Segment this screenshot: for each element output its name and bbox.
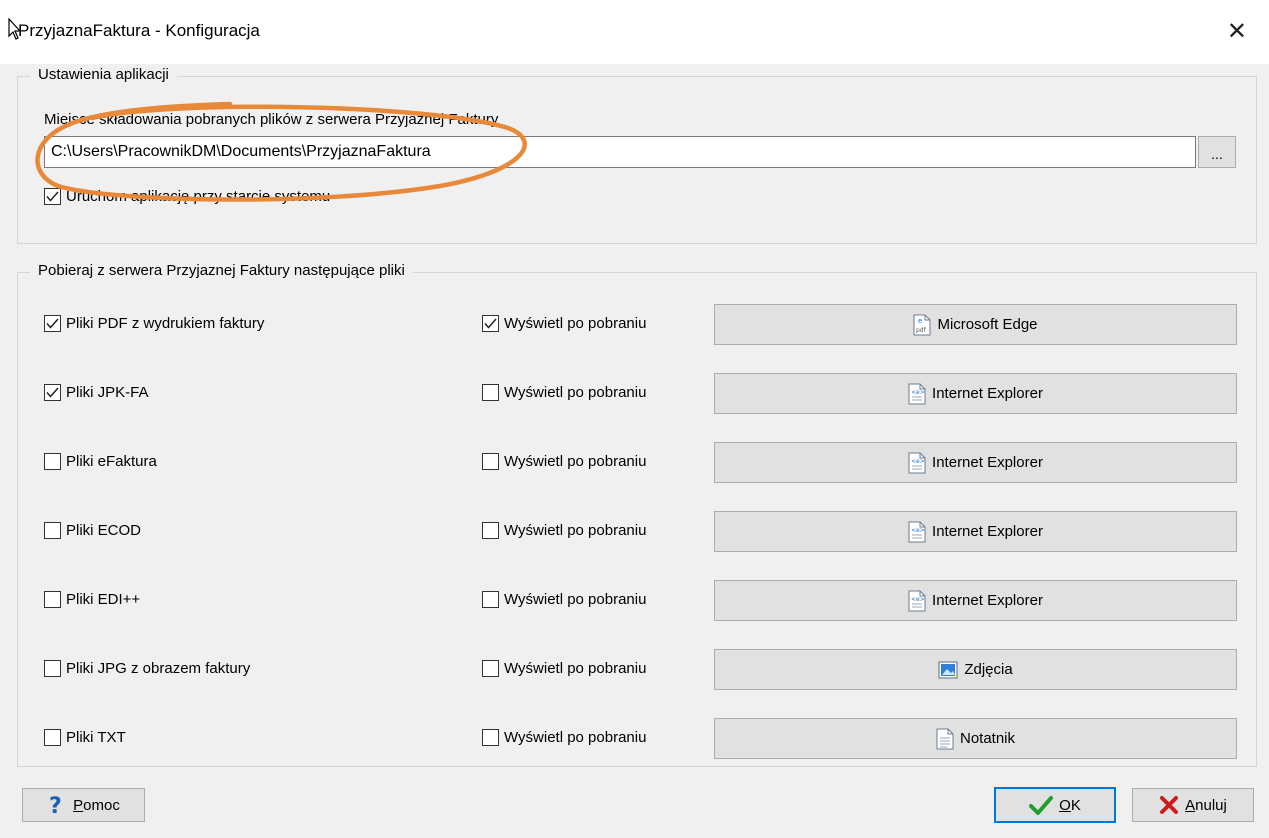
svg-text:<e>: <e> (911, 527, 925, 534)
viewer-app-label: Internet Explorer (932, 385, 1043, 402)
autostart-checkbox-box[interactable] (44, 188, 61, 205)
question-icon: ? (47, 794, 67, 816)
show-after-download-checkbox[interactable]: Wyświetl po pobraniu (482, 729, 646, 746)
viewer-app-button[interactable]: e pdf Microsoft Edge (714, 304, 1237, 345)
xml-document-icon: <e> (908, 383, 926, 405)
file-type-checkbox-box[interactable] (44, 384, 61, 401)
photos-icon (938, 660, 958, 680)
ok-button[interactable]: OK (994, 787, 1116, 823)
show-after-download-label: Wyświetl po pobraniu (504, 591, 647, 608)
show-after-download-label: Wyświetl po pobraniu (504, 660, 647, 677)
show-after-download-label: Wyświetl po pobraniu (504, 729, 647, 746)
svg-text:e: e (918, 317, 922, 325)
svg-text:<e>: <e> (911, 389, 925, 396)
notepad-icon (936, 728, 954, 750)
show-after-download-label: Wyświetl po pobraniu (504, 384, 647, 401)
title-bar: PrzyjaznaFaktura - Konfiguracja ✕ (0, 0, 1269, 64)
show-after-download-label: Wyświetl po pobraniu (504, 522, 647, 539)
cancel-button[interactable]: Anuluj (1132, 788, 1254, 822)
viewer-app-button[interactable]: <e> Internet Explorer (714, 580, 1237, 621)
close-icon[interactable]: ✕ (1227, 20, 1247, 44)
show-after-download-label: Wyświetl po pobraniu (504, 315, 647, 332)
viewer-app-label: Internet Explorer (932, 454, 1043, 471)
viewer-app-button[interactable]: Zdjęcia (714, 649, 1237, 690)
browse-button[interactable]: ... (1198, 136, 1236, 168)
file-type-label: Pliki TXT (66, 729, 126, 746)
file-type-label: Pliki JPK-FA (66, 384, 149, 401)
file-type-checkbox-box[interactable] (44, 453, 61, 470)
folder-path-input[interactable] (44, 136, 1196, 168)
viewer-app-label: Internet Explorer (932, 523, 1043, 540)
window-title: PrzyjaznaFaktura - Konfiguracja (18, 21, 260, 40)
show-after-download-checkbox-box[interactable] (482, 660, 499, 677)
svg-text:<e>: <e> (911, 596, 925, 603)
viewer-app-label: Notatnik (959, 730, 1016, 747)
autostart-checkbox[interactable]: Uruchom aplikację przy starcie systemu (44, 188, 330, 205)
file-type-checkbox-box[interactable] (44, 660, 61, 677)
cross-icon (1159, 795, 1179, 815)
svg-text:?: ? (49, 794, 62, 816)
ok-label: OK (1059, 796, 1081, 814)
help-label: Pomoc (73, 796, 120, 814)
file-type-checkbox-box[interactable] (44, 729, 61, 746)
show-after-download-checkbox-box[interactable] (482, 384, 499, 401)
file-type-checkbox[interactable]: Pliki PDF z wydrukiem faktury (44, 315, 264, 332)
app-settings-legend: Ustawienia aplikacji (30, 66, 177, 83)
file-type-label: Pliki EDI++ (66, 591, 141, 608)
file-type-checkbox[interactable]: Pliki ECOD (44, 522, 141, 539)
show-after-download-checkbox[interactable]: Wyświetl po pobraniu (482, 660, 646, 677)
file-type-label: Pliki eFaktura (66, 453, 157, 470)
xml-document-icon: <e> (908, 521, 926, 543)
folder-label: Miejsce składowania pobranych plików z s… (44, 111, 499, 128)
file-type-checkbox[interactable]: Pliki EDI++ (44, 591, 140, 608)
xml-document-icon: <e> (908, 452, 926, 474)
download-legend: Pobieraj z serwera Przyjaznej Faktury na… (30, 262, 413, 279)
viewer-app-label: Internet Explorer (932, 592, 1043, 609)
show-after-download-label: Wyświetl po pobraniu (504, 453, 647, 470)
file-type-checkbox[interactable]: Pliki JPG z obrazem faktury (44, 660, 250, 677)
pdf-document-icon: e pdf (913, 314, 931, 336)
show-after-download-checkbox-box[interactable] (482, 522, 499, 539)
viewer-app-label: Microsoft Edge (937, 316, 1038, 333)
viewer-app-button[interactable]: Notatnik (714, 718, 1237, 759)
show-after-download-checkbox[interactable]: Wyświetl po pobraniu (482, 315, 646, 332)
file-type-label: Pliki PDF z wydrukiem faktury (66, 315, 265, 332)
file-type-checkbox-box[interactable] (44, 591, 61, 608)
viewer-app-label: Zdjęcia (964, 661, 1013, 678)
viewer-app-button[interactable]: <e> Internet Explorer (714, 373, 1237, 414)
help-button[interactable]: ? Pomoc (22, 788, 145, 822)
file-type-checkbox[interactable]: Pliki TXT (44, 729, 126, 746)
show-after-download-checkbox[interactable]: Wyświetl po pobraniu (482, 453, 646, 470)
file-type-checkbox[interactable]: Pliki JPK-FA (44, 384, 149, 401)
file-type-checkbox-box[interactable] (44, 315, 61, 332)
file-type-checkbox-box[interactable] (44, 522, 61, 539)
xml-document-icon: <e> (908, 590, 926, 612)
checkmark-icon (1029, 795, 1054, 815)
file-type-label: Pliki ECOD (66, 522, 142, 539)
svg-text:<e>: <e> (911, 458, 925, 465)
cancel-label: Anuluj (1185, 796, 1227, 814)
show-after-download-checkbox-box[interactable] (482, 315, 499, 332)
file-type-checkbox[interactable]: Pliki eFaktura (44, 453, 157, 470)
show-after-download-checkbox-box[interactable] (482, 591, 499, 608)
viewer-app-button[interactable]: <e> Internet Explorer (714, 511, 1237, 552)
show-after-download-checkbox[interactable]: Wyświetl po pobraniu (482, 591, 646, 608)
show-after-download-checkbox[interactable]: Wyświetl po pobraniu (482, 384, 646, 401)
autostart-label: Uruchom aplikację przy starcie systemu (66, 188, 331, 205)
file-type-label: Pliki JPG z obrazem faktury (66, 660, 251, 677)
show-after-download-checkbox-box[interactable] (482, 729, 499, 746)
show-after-download-checkbox-box[interactable] (482, 453, 499, 470)
svg-text:pdf: pdf (916, 327, 927, 334)
viewer-app-button[interactable]: <e> Internet Explorer (714, 442, 1237, 483)
show-after-download-checkbox[interactable]: Wyświetl po pobraniu (482, 522, 646, 539)
